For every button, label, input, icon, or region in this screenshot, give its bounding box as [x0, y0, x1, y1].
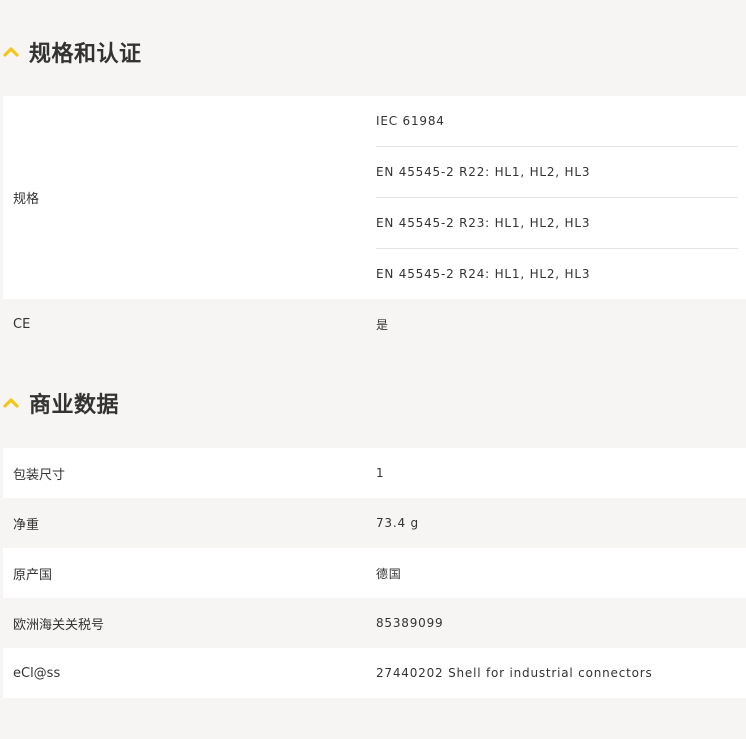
- spec-value-item: EN 45545-2 R23: HL1, HL2, HL3: [376, 198, 738, 249]
- spec-values: IEC 61984 EN 45545-2 R22: HL1, HL2, HL3 …: [376, 96, 746, 299]
- spec-value-item: EN 45545-2 R22: HL1, HL2, HL3: [376, 147, 738, 198]
- section-commercial-data: 商业数据 包装尺寸 1 净重 73.4 g 原产国 德国 欧洲海关关税号 853…: [0, 349, 746, 698]
- row-value: 85389099: [376, 616, 444, 630]
- table-row: 包装尺寸 1: [3, 448, 746, 498]
- specifications-table: 规格 IEC 61984 EN 45545-2 R22: HL1, HL2, H…: [3, 96, 746, 349]
- section-specifications: 规格和认证 规格 IEC 61984 EN 45545-2 R22: HL1, …: [0, 0, 746, 349]
- row-label: CE: [13, 316, 31, 332]
- chevron-up-icon: [3, 398, 19, 408]
- spec-value-item: IEC 61984: [376, 96, 738, 147]
- row-label: 原产国: [13, 567, 53, 583]
- commercial-data-table: 包装尺寸 1 净重 73.4 g 原产国 德国 欧洲海关关税号 85389099…: [3, 448, 746, 698]
- row-value: 27440202 Shell for industrial connectors: [376, 666, 653, 680]
- table-row: 净重 73.4 g: [3, 498, 746, 548]
- table-row: eCl@ss 27440202 Shell for industrial con…: [3, 648, 746, 698]
- section-header-commercial-data[interactable]: 商业数据: [0, 385, 746, 421]
- section-header-specifications[interactable]: 规格和认证: [0, 34, 746, 70]
- row-label: 欧洲海关关税号: [13, 617, 105, 633]
- chevron-up-icon: [3, 47, 19, 57]
- spec-value-item: EN 45545-2 R24: HL1, HL2, HL3: [376, 267, 591, 281]
- row-label: 规格: [13, 192, 40, 207]
- section-title: 商业数据: [29, 393, 120, 418]
- row-label: eCl@ss: [13, 665, 61, 681]
- row-value: 是: [376, 317, 389, 332]
- row-label: 净重: [13, 517, 40, 533]
- table-row-specs: 规格 IEC 61984 EN 45545-2 R22: HL1, HL2, H…: [3, 96, 746, 299]
- table-row-ce: CE 是: [3, 299, 746, 349]
- page: 规格和认证 规格 IEC 61984 EN 45545-2 R22: HL1, …: [0, 0, 746, 698]
- section-title: 规格和认证: [29, 42, 142, 67]
- row-value: 1: [376, 466, 385, 480]
- table-row: 欧洲海关关税号 85389099: [3, 598, 746, 648]
- table-row: 原产国 德国: [3, 548, 746, 598]
- row-value: 73.4 g: [376, 516, 419, 530]
- row-value: 德国: [376, 566, 402, 581]
- row-label: 包装尺寸: [13, 467, 66, 483]
